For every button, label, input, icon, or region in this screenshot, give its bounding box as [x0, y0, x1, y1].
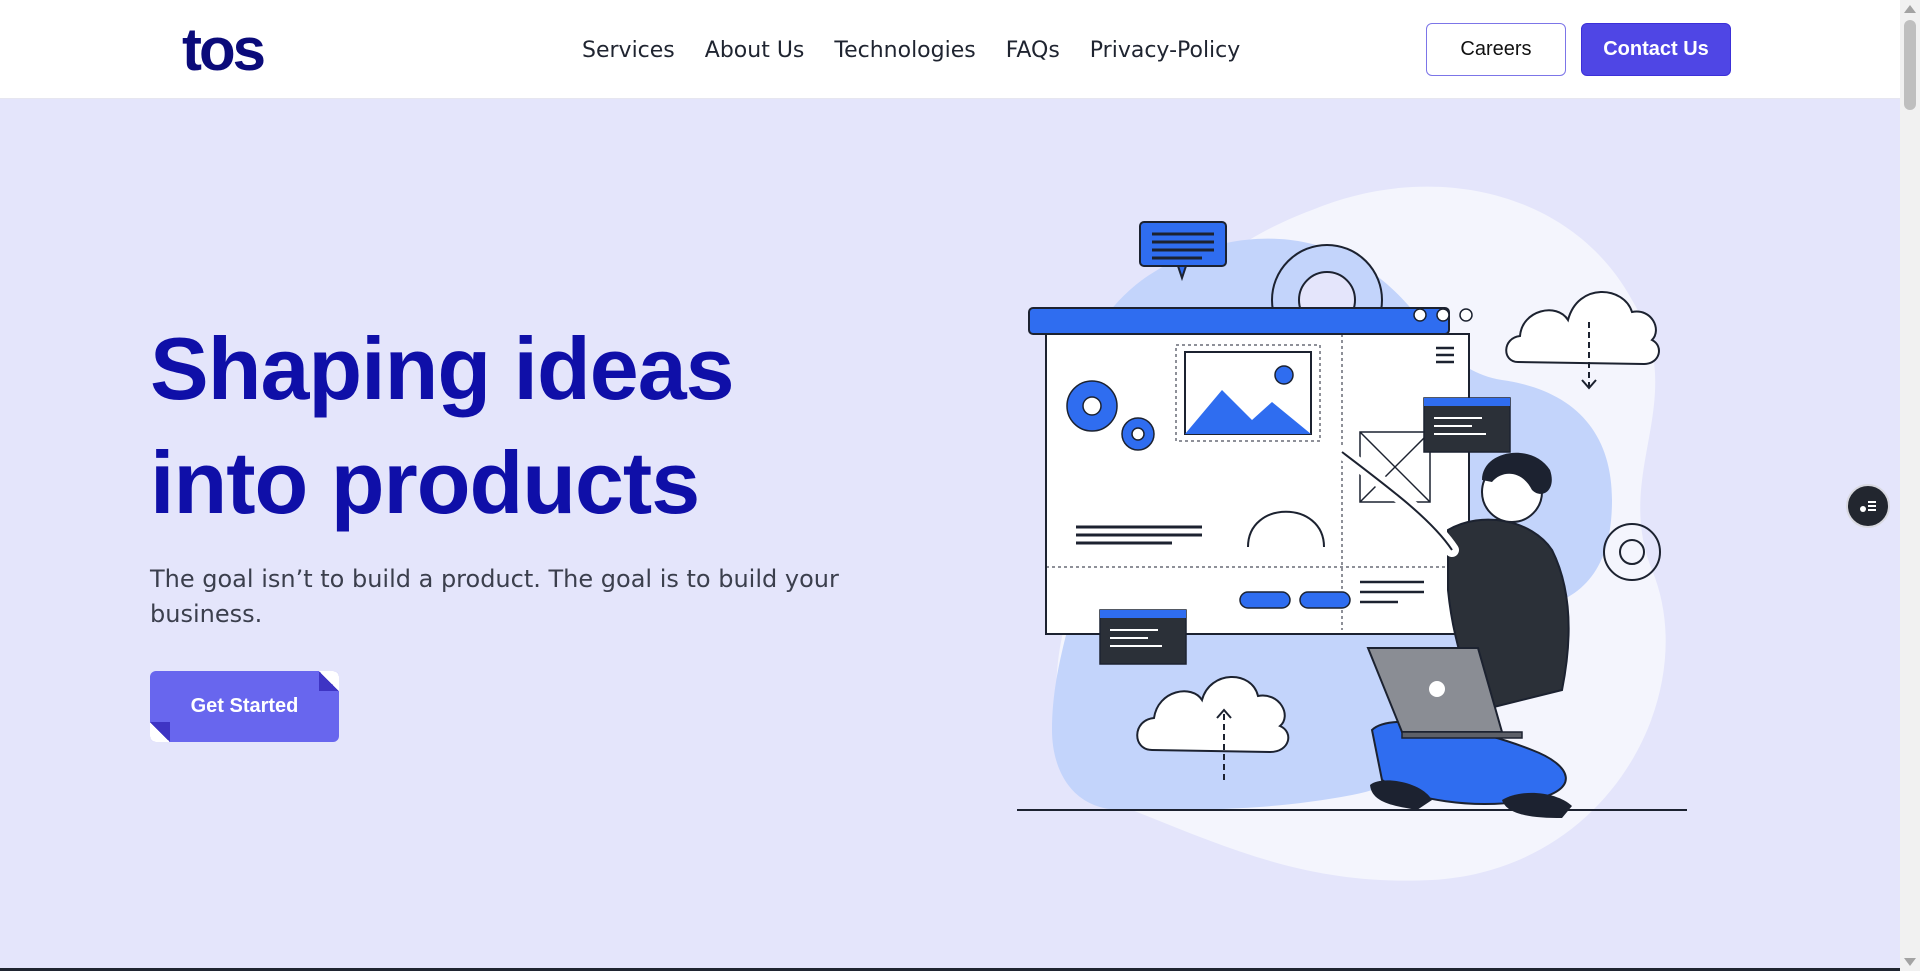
- image-icon: [1175, 344, 1321, 442]
- code-window: [1099, 609, 1187, 665]
- browser-window: [1028, 307, 1473, 635]
- contact-us-button[interactable]: Contact Us: [1581, 23, 1731, 76]
- site-header: tos Services About Us Technologies FAQs …: [0, 0, 1900, 99]
- get-started-button[interactable]: Get Started: [150, 671, 339, 742]
- hero-title-line-1: Shaping ideas: [150, 319, 735, 418]
- main-nav: Services About Us Technologies FAQs Priv…: [582, 36, 1240, 66]
- vertical-scrollbar[interactable]: [1900, 0, 1920, 971]
- careers-button[interactable]: Careers: [1426, 23, 1566, 76]
- nav-about-us[interactable]: About Us: [705, 36, 805, 66]
- nav-services[interactable]: Services: [582, 36, 675, 66]
- logo[interactable]: tos: [182, 14, 266, 86]
- page: tos Services About Us Technologies FAQs …: [0, 0, 1900, 971]
- code-window: [1423, 397, 1511, 453]
- hero-subtitle: The goal isn’t to build a product. The g…: [150, 565, 839, 628]
- button-corner-decoration: [319, 671, 339, 691]
- nav-technologies[interactable]: Technologies: [834, 36, 975, 66]
- nav-privacy-policy[interactable]: Privacy-Policy: [1090, 36, 1241, 66]
- get-started-label: Get Started: [190, 695, 299, 717]
- hero-title: Shaping ideas into products: [150, 312, 910, 540]
- scroll-up-arrow-icon[interactable]: [1904, 5, 1916, 13]
- scrollbar-thumb[interactable]: [1904, 20, 1916, 110]
- scroll-down-arrow-icon[interactable]: [1904, 958, 1916, 966]
- button-corner-decoration: [150, 722, 170, 742]
- hero-title-line-2: into products: [150, 433, 700, 532]
- hero-illustration: [1017, 186, 1687, 881]
- widget-icon: [1860, 501, 1876, 512]
- nav-faqs[interactable]: FAQs: [1006, 36, 1060, 66]
- floating-widget-button[interactable]: [1846, 484, 1890, 528]
